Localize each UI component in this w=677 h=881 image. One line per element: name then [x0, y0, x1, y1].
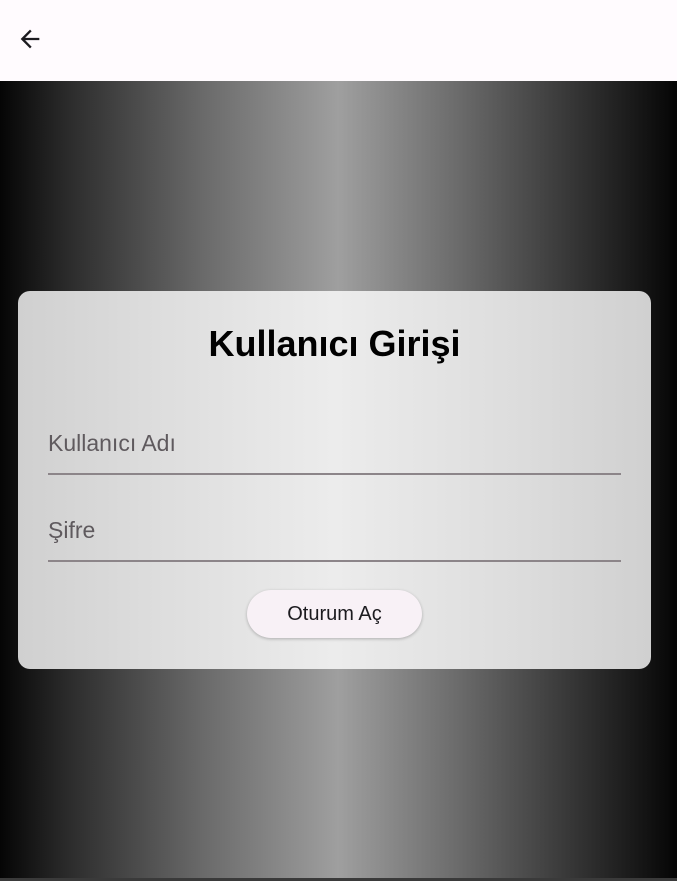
arrow-left-icon: [20, 29, 40, 49]
page-title: Kullanıcı Girişi: [208, 323, 461, 364]
app-bar: [0, 0, 677, 81]
password-field: [48, 500, 621, 562]
login-card: Kullanıcı Girişi Oturum Aç: [18, 291, 651, 669]
back-button[interactable]: [8, 17, 52, 61]
password-input[interactable]: [48, 517, 621, 544]
username-field: [48, 413, 621, 475]
username-input[interactable]: [48, 430, 621, 457]
login-button[interactable]: Oturum Aç: [247, 590, 422, 638]
